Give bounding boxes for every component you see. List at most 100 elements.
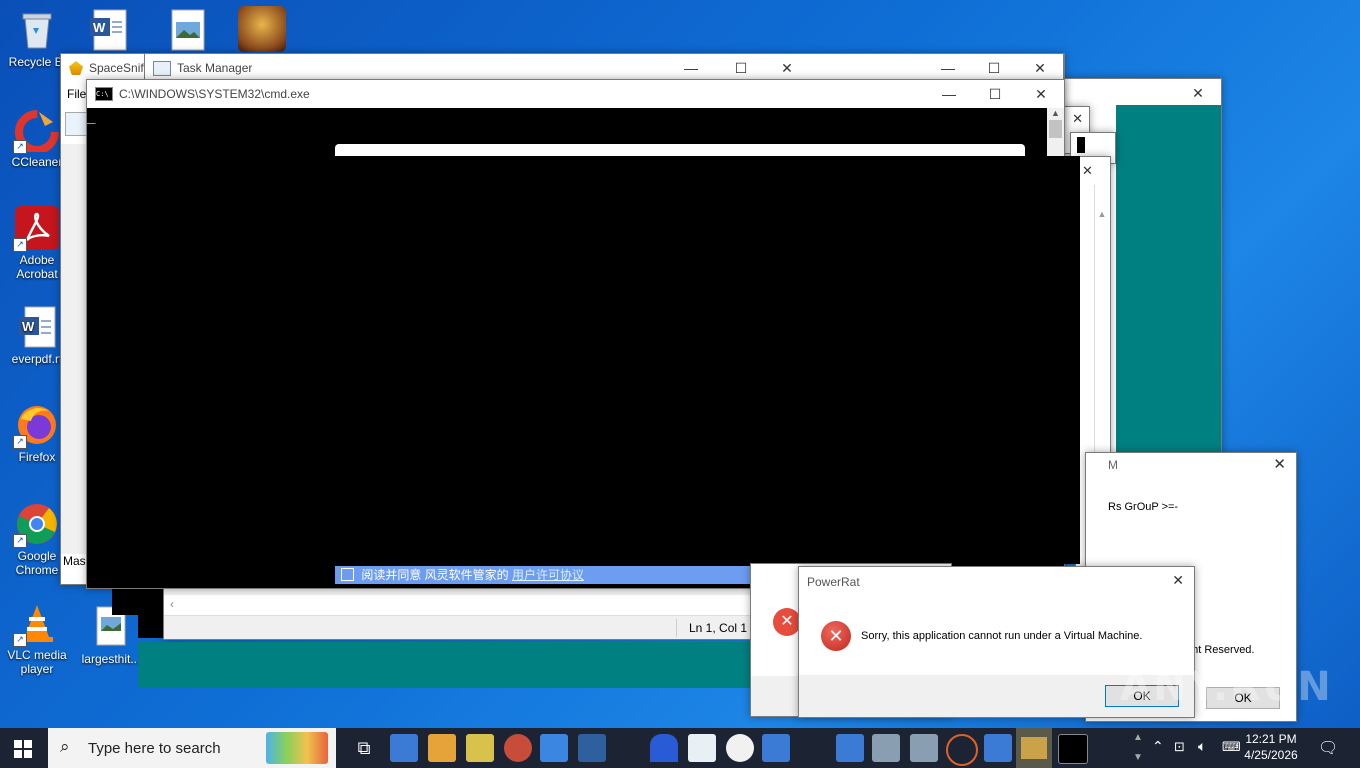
search-placeholder: Type here to search (88, 740, 221, 757)
language-icon[interactable]: ⌨ (1222, 739, 1241, 755)
task-manager-window: Task Manager — ☐ ✕ (144, 53, 811, 82)
taskbar-app-icon[interactable] (578, 734, 606, 762)
taskbar-app-icon[interactable] (504, 734, 532, 762)
app-icon (1021, 737, 1047, 759)
teal-content (1116, 105, 1221, 459)
error-icon: ✕ (821, 621, 851, 651)
word-document-icon[interactable]: W (88, 8, 130, 52)
taskbar-app-icon[interactable] (650, 734, 678, 762)
left-panel (61, 144, 88, 554)
taskbar-app-icon[interactable] (726, 734, 754, 762)
copyright-text: ght Reserved. (1186, 644, 1255, 656)
minimize-icon[interactable]: — (926, 80, 972, 108)
close-icon[interactable]: ✕ (764, 54, 810, 82)
maximize-icon[interactable]: ☐ (718, 54, 764, 82)
game-app-icon[interactable] (238, 6, 286, 52)
taskbar-active-app[interactable] (1016, 728, 1052, 768)
taskbar-app-icon[interactable] (872, 734, 900, 762)
adobe-acrobat-icon: ↗ (13, 206, 59, 252)
license-agreement-link[interactable]: 用户许可协议 (512, 568, 584, 582)
close-icon[interactable]: ✕ (1082, 163, 1093, 179)
scrollbar-thumb[interactable] (1049, 120, 1062, 138)
notepad-window: ‹ Ln 1, Col 1 (163, 588, 755, 640)
taskbar-app-icon[interactable] (428, 734, 456, 762)
network-icon[interactable]: ⊡ (1174, 739, 1185, 755)
title-bar: Task Manager — ☐ ✕ (145, 54, 810, 82)
search-highlight-icon (266, 732, 328, 764)
svg-text:W: W (93, 20, 106, 35)
cmd-taskbar-icon[interactable] (1058, 734, 1088, 764)
search-icon: ⌕ (60, 737, 70, 756)
taskbar-scroll[interactable]: ▲ ▼ (1130, 728, 1146, 768)
close-icon[interactable]: ✕ (1018, 80, 1064, 108)
minimize-icon[interactable]: — (925, 54, 971, 82)
scrollbar-thumb[interactable] (1077, 137, 1085, 153)
close-icon[interactable]: ✕ (1017, 54, 1063, 82)
volume-icon[interactable]: 🔈︎ (1198, 738, 1206, 755)
installer-agreement-bar: 阅读并同意 风灵软件管家的 用户许可协议 (335, 566, 750, 584)
window-title: SpaceSniff (89, 61, 147, 75)
desktop-icon-vlc[interactable]: ↗ VLC media player (0, 601, 74, 676)
watermark-logo: ANY.RUN (1120, 664, 1333, 710)
chevron-up-icon[interactable]: ⌃ (1152, 738, 1164, 755)
minimize-icon[interactable]: — (668, 54, 714, 82)
text-cursor: _ (87, 108, 96, 124)
error-icon: ✕ (773, 608, 801, 636)
overlay-window-edge (335, 144, 1025, 156)
taskbar: ⌕ Type here to search ⧉ ▲ ▼ ⌃ ⊡ 🔈︎ ⌨ 12:2… (0, 728, 1360, 768)
cmd-app-icon: C:\ (95, 87, 113, 101)
task-view-icon[interactable]: ⧉ (350, 734, 378, 762)
taskbar-app-icon[interactable] (466, 734, 494, 762)
windows-start-icon[interactable] (14, 740, 32, 758)
taskbar-app-icon[interactable] (910, 734, 938, 762)
scroll-up-icon[interactable]: ▲ (1047, 108, 1064, 118)
taskbar-app-icon[interactable] (836, 734, 864, 762)
taskbar-app-icon[interactable] (540, 734, 568, 762)
system-clock[interactable]: 12:21 PM 4/25/2026 (1240, 731, 1302, 763)
close-icon[interactable]: ✕ (1172, 572, 1184, 589)
vlc-cone-icon: ↗ (13, 601, 59, 647)
taskbar-app-icon[interactable] (390, 734, 418, 762)
shortcut-arrow-icon: ↗ (13, 140, 27, 154)
svg-text:W: W (22, 319, 35, 334)
shortcut-arrow-icon: ↗ (13, 633, 27, 647)
cursor-position-status: Ln 1, Col 1 (676, 619, 747, 637)
window-title: M (1108, 458, 1118, 472)
clock-time: 12:21 PM (1245, 732, 1297, 746)
desktop-icon-label: VLC media player (7, 648, 67, 676)
black-window-fragment (1046, 156, 1080, 564)
taskbar-app-icon[interactable] (688, 734, 716, 762)
status-text: Mas (63, 554, 86, 568)
scroll-left-icon[interactable]: ‹ (170, 597, 174, 611)
notification-icon[interactable]: 🗨︎ (1318, 738, 1338, 758)
menu-file[interactable]: File (67, 87, 86, 101)
dialog-title: PowerRat (807, 575, 860, 589)
black-window-fragment (112, 585, 164, 615)
shortcut-arrow-icon: ↗ (13, 238, 27, 252)
chrome-icon: ↗ (13, 502, 59, 548)
teal-window-region (138, 642, 753, 688)
horizontal-scrollbar[interactable]: ‹ (164, 595, 754, 616)
vertical-scrollbar[interactable]: ▲ (1047, 108, 1064, 156)
image-file-icon[interactable] (168, 8, 208, 52)
console-output[interactable]: _ (87, 108, 1047, 588)
taskbar-search-box[interactable]: ⌕ Type here to search (48, 728, 336, 768)
window-title: Task Manager (177, 61, 253, 75)
close-icon[interactable]: ✕ (1175, 79, 1221, 107)
maximize-icon[interactable]: ☐ (971, 54, 1017, 82)
black-window-fragment (138, 612, 166, 638)
maximize-icon[interactable]: ☐ (972, 80, 1018, 108)
recycle-bin-icon (15, 8, 59, 52)
taskbar-app-icon[interactable] (946, 734, 978, 766)
clock-date: 4/25/2026 (1244, 748, 1298, 762)
close-icon[interactable]: ✕ (1273, 455, 1286, 473)
firefox-icon: ↗ (13, 403, 59, 449)
task-manager-app-icon (153, 60, 171, 76)
task-manager-title-controls: — ☐ ✕ (809, 53, 1064, 82)
word-document-icon: W (15, 305, 59, 349)
close-icon[interactable]: ✕ (1072, 111, 1083, 127)
agreement-checkbox[interactable] (341, 568, 354, 581)
taskbar-app-icon[interactable] (984, 734, 1012, 762)
scroll-up-icon[interactable]: ▲ (1095, 209, 1109, 219)
taskbar-app-icon[interactable] (762, 734, 790, 762)
